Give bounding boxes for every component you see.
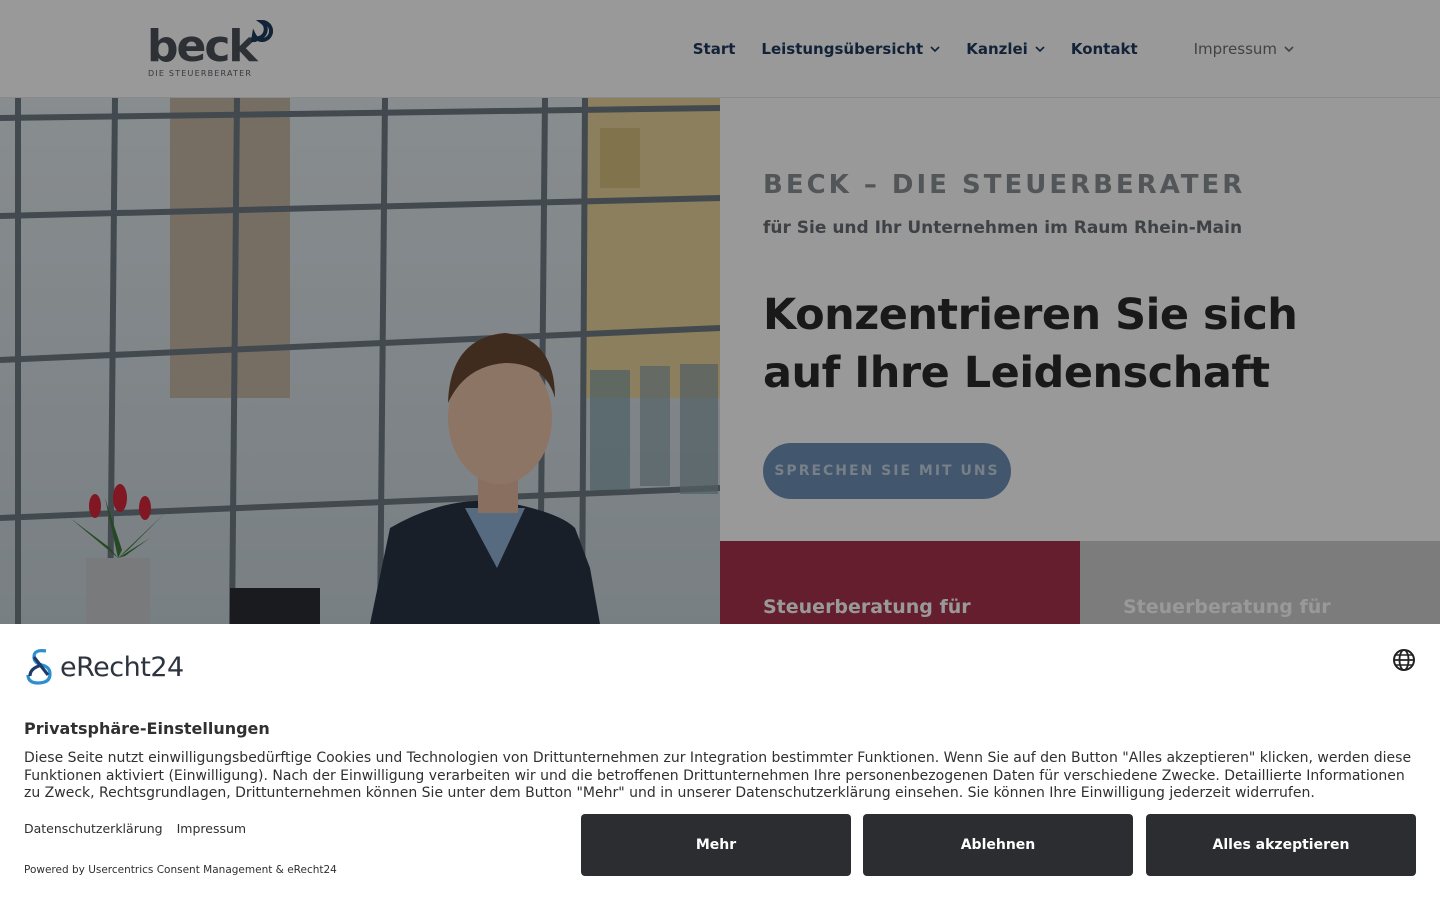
consent-links: Datenschutzerklärung Impressum [24,821,256,836]
consent-text: Diese Seite nutzt einwilligungsbedürftig… [24,750,1412,801]
powered-by-text: Powered by Usercentrics Consent Manageme… [24,864,337,876]
modal-backdrop [0,0,1440,624]
consent-banner: eRecht24 Privatsphäre-Einstellungen Dies… [0,624,1440,900]
erecht24-logo-icon [26,649,52,685]
erecht24-logo-text: eRecht24 [60,651,184,683]
consent-title: Privatsphäre-Einstellungen [24,719,270,738]
more-button[interactable]: Mehr [581,814,851,876]
privacy-policy-link[interactable]: Datenschutzerklärung [24,821,163,836]
erecht24-logo: eRecht24 [24,647,188,687]
imprint-link[interactable]: Impressum [177,821,246,836]
deny-button[interactable]: Ablehnen [863,814,1133,876]
accept-all-button[interactable]: Alles akzeptieren [1146,814,1416,876]
globe-icon[interactable] [1392,648,1416,672]
